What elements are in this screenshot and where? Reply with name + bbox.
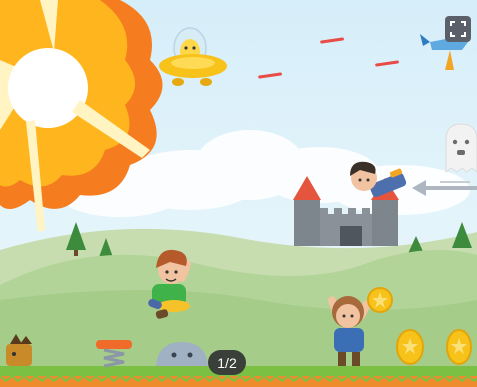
game-stage[interactable]: 1/2 [0,0,477,387]
coin-icon [396,329,424,365]
fullscreen-button[interactable] [445,16,471,42]
ghost-icon [445,123,477,174]
coin-icon [367,287,393,313]
coin-icon [446,329,472,365]
page-indicator: 1/2 [208,350,246,375]
fullscreen-icon [450,21,466,37]
